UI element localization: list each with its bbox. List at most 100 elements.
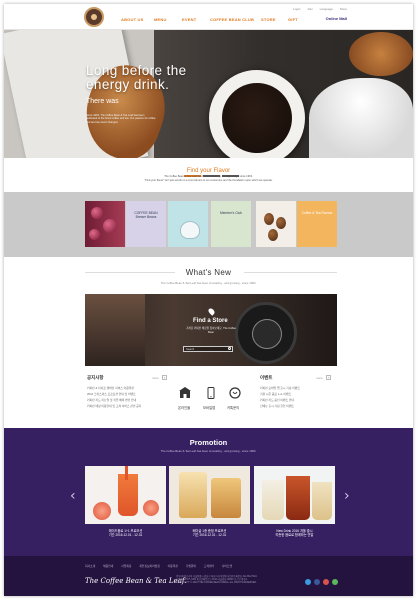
footer: 회사소개 채용안내 사업제휴 개인정보처리방침 이용약관 가맹문의 고객센터 사… bbox=[4, 556, 413, 596]
hero-banner: Long before the energy drink. There was … bbox=[4, 30, 413, 158]
footer-link[interactable]: 가맹문의 bbox=[186, 564, 196, 568]
tea-drink-image bbox=[286, 476, 310, 520]
category-tile-berries[interactable] bbox=[85, 201, 125, 247]
plus-icon[interactable]: + bbox=[162, 375, 167, 380]
bean-image bbox=[264, 213, 274, 225]
header: ABOUT US MENU EVENT COFFEE BEAN CLUB STO… bbox=[4, 4, 413, 30]
chevron-left-icon[interactable]: ‹ bbox=[70, 488, 76, 504]
kakao-icon[interactable] bbox=[332, 579, 338, 585]
service-label: 모바일앱 bbox=[203, 406, 216, 410]
footer-logo: The Coffee Bean & Tea Leaf. bbox=[85, 577, 187, 585]
bagel-pack-image bbox=[211, 478, 241, 518]
event-item[interactable]: 신메뉴 출시 기념 할인 이벤트 bbox=[260, 404, 294, 409]
mobile-icon[interactable] bbox=[205, 387, 217, 399]
sugar-image bbox=[309, 78, 413, 158]
nav-coffee-bean-club[interactable]: COFFEE BEAN CLUB bbox=[210, 17, 254, 22]
caption-line: 기간 2016.12.01 - 12.31 bbox=[192, 533, 227, 538]
nav-about-us[interactable]: ABOUT US bbox=[121, 17, 144, 22]
flavor-desc-line-2: "Find your flavor" isn't just words on a… bbox=[144, 178, 273, 182]
berry-image bbox=[89, 229, 100, 240]
footer-link[interactable]: 이용약관 bbox=[168, 564, 178, 568]
category-tile-members-club[interactable]: Member's Club bbox=[211, 201, 251, 247]
footer-info-line: COPYRIGHT © 2016 THE COFFEE BEAN KOREA. … bbox=[176, 582, 257, 585]
store-sign-image bbox=[235, 302, 297, 364]
notice-item[interactable]: 커피빈 & 티리프 멤버십 서비스 이용약관 bbox=[87, 386, 134, 391]
category-label: Member's Club bbox=[219, 211, 243, 215]
store-search-input[interactable]: Search bbox=[183, 346, 233, 352]
nav-menu[interactable]: MENU bbox=[154, 17, 167, 22]
footer-link[interactable]: 사이트맵 bbox=[222, 564, 232, 568]
instagram-icon[interactable] bbox=[323, 579, 329, 585]
login-link[interactable]: Login bbox=[293, 7, 300, 11]
notice-item[interactable]: 커피빈 매장 이용안내 및 고객 서비스 관련 공지 bbox=[87, 404, 141, 409]
store-link[interactable]: Store bbox=[340, 7, 347, 11]
promotion-card-2[interactable] bbox=[169, 466, 250, 524]
nav-event[interactable]: EVENT bbox=[182, 17, 196, 22]
twitter-icon[interactable] bbox=[305, 579, 311, 585]
footer-link[interactable]: 사업제휴 bbox=[121, 564, 131, 568]
whats-new-subtitle: The Coffee Bean & Tea Leaf has been inno… bbox=[160, 281, 257, 285]
footer-link[interactable]: 고객센터 bbox=[204, 564, 214, 568]
store-finder-banner: Find a Store 가까운 커피빈 매장을 찾아보세요. The Coff… bbox=[85, 294, 337, 366]
category-tile-flavors[interactable]: Coffee & Tea Flavors bbox=[297, 201, 337, 247]
events-more-link[interactable]: more bbox=[316, 376, 323, 380]
utility-links: Login Join Language Store bbox=[287, 7, 347, 11]
bean-image bbox=[276, 217, 286, 229]
event-item[interactable]: 커피빈 모바일 앱 출시 기념 이벤트 bbox=[260, 386, 300, 391]
berry-image bbox=[103, 219, 117, 233]
chat-icon[interactable] bbox=[229, 387, 241, 399]
spice-image bbox=[349, 32, 413, 76]
flavor-description: The Coffee Bean & Tea Leaf has been inno… bbox=[114, 175, 303, 182]
notices-more-link[interactable]: more bbox=[152, 376, 159, 380]
language-link[interactable]: Language bbox=[320, 7, 333, 11]
notices-title: 공지사항 bbox=[87, 375, 104, 380]
promotion-card-1[interactable] bbox=[85, 466, 166, 524]
footer-link[interactable]: 개인정보처리방침 bbox=[139, 564, 160, 568]
brand-logo[interactable] bbox=[84, 7, 104, 27]
coffee-surface bbox=[222, 83, 292, 153]
category-label: Coffee & Tea Flavors bbox=[301, 211, 333, 215]
category-label: COFFEE BEAN Brewer Beans bbox=[134, 211, 158, 219]
whats-new-title: What's New bbox=[185, 268, 232, 277]
plus-icon[interactable]: + bbox=[326, 375, 331, 380]
footer-links: 회사소개 채용안내 사업제휴 개인정보처리방침 이용약관 가맹문의 고객센터 사… bbox=[85, 564, 239, 568]
events-title: 이벤트 bbox=[260, 375, 273, 380]
online-mall-link[interactable]: Online Mall bbox=[326, 16, 347, 21]
join-link[interactable]: Join bbox=[307, 7, 313, 11]
store-finder-title: Find a Store bbox=[193, 318, 228, 324]
promotion-card-3[interactable] bbox=[254, 466, 335, 524]
promotion-section: Promotion The Coffee Bean & Tea Leaf has… bbox=[4, 428, 413, 556]
promotion-subtitle: The Coffee Bean & Tea Leaf has been inno… bbox=[160, 449, 257, 453]
footer-company-info: (주)커피빈코리아 서울특별시 강남구 대표이사 박상배 사업자등록번호 211… bbox=[176, 576, 286, 586]
chevron-right-icon[interactable]: › bbox=[344, 488, 350, 504]
promotion-caption-3: New Drink 2016 겨울 출시 따듯한 음료로 함께하는 연말 bbox=[254, 529, 335, 538]
caption-line: 기간 2016.12.01 - 12.31 bbox=[108, 533, 143, 538]
store-photo bbox=[85, 294, 145, 366]
berry-image bbox=[91, 207, 103, 219]
promotion-title: Promotion bbox=[189, 438, 228, 447]
straw-image bbox=[125, 466, 128, 480]
category-tile-tea[interactable] bbox=[168, 201, 208, 247]
event-item[interactable]: 커피빈 카드 충전 이벤트 안내 bbox=[260, 398, 294, 403]
footer-link[interactable]: 회사소개 bbox=[85, 564, 95, 568]
notice-item[interactable]: 커피빈 카드 리뉴얼 및 적립 혜택 변경 안내 bbox=[87, 398, 136, 403]
facebook-icon[interactable] bbox=[314, 579, 320, 585]
teapot-image bbox=[180, 221, 200, 239]
category-tile-brewer-beans[interactable]: COFFEE BEAN Brewer Beans bbox=[126, 201, 166, 247]
bean-image bbox=[268, 229, 278, 241]
promotion-caption-2: 베이글 1종 증정 프로모션 기간 2016.12.01 - 12.31 bbox=[169, 529, 250, 538]
grapefruit-image bbox=[93, 502, 111, 520]
event-item[interactable]: 겨울 시즌 음료 1+1 이벤트 bbox=[260, 392, 291, 397]
bagel-pack-image bbox=[179, 472, 207, 518]
store-finder-copy: 가까운 커피빈 매장을 찾아보세요. The Coffee Bean bbox=[186, 327, 236, 334]
search-icon[interactable] bbox=[228, 347, 231, 350]
notice-item[interactable]: 2016 크리스마스 프로모션 안내 및 이벤트 bbox=[87, 392, 136, 397]
latte-image bbox=[262, 480, 284, 520]
category-tile-beans[interactable] bbox=[256, 201, 296, 247]
footer-link[interactable]: 채용안내 bbox=[103, 564, 113, 568]
nav-gift[interactable]: GIFT bbox=[288, 17, 298, 22]
hero-title: Long before the energy drink. bbox=[86, 63, 187, 92]
category-strip: COFFEE BEAN Brewer Beans Member's Club C… bbox=[4, 192, 413, 257]
store-icon[interactable] bbox=[179, 387, 191, 399]
nav-store[interactable]: STORE bbox=[261, 17, 276, 22]
